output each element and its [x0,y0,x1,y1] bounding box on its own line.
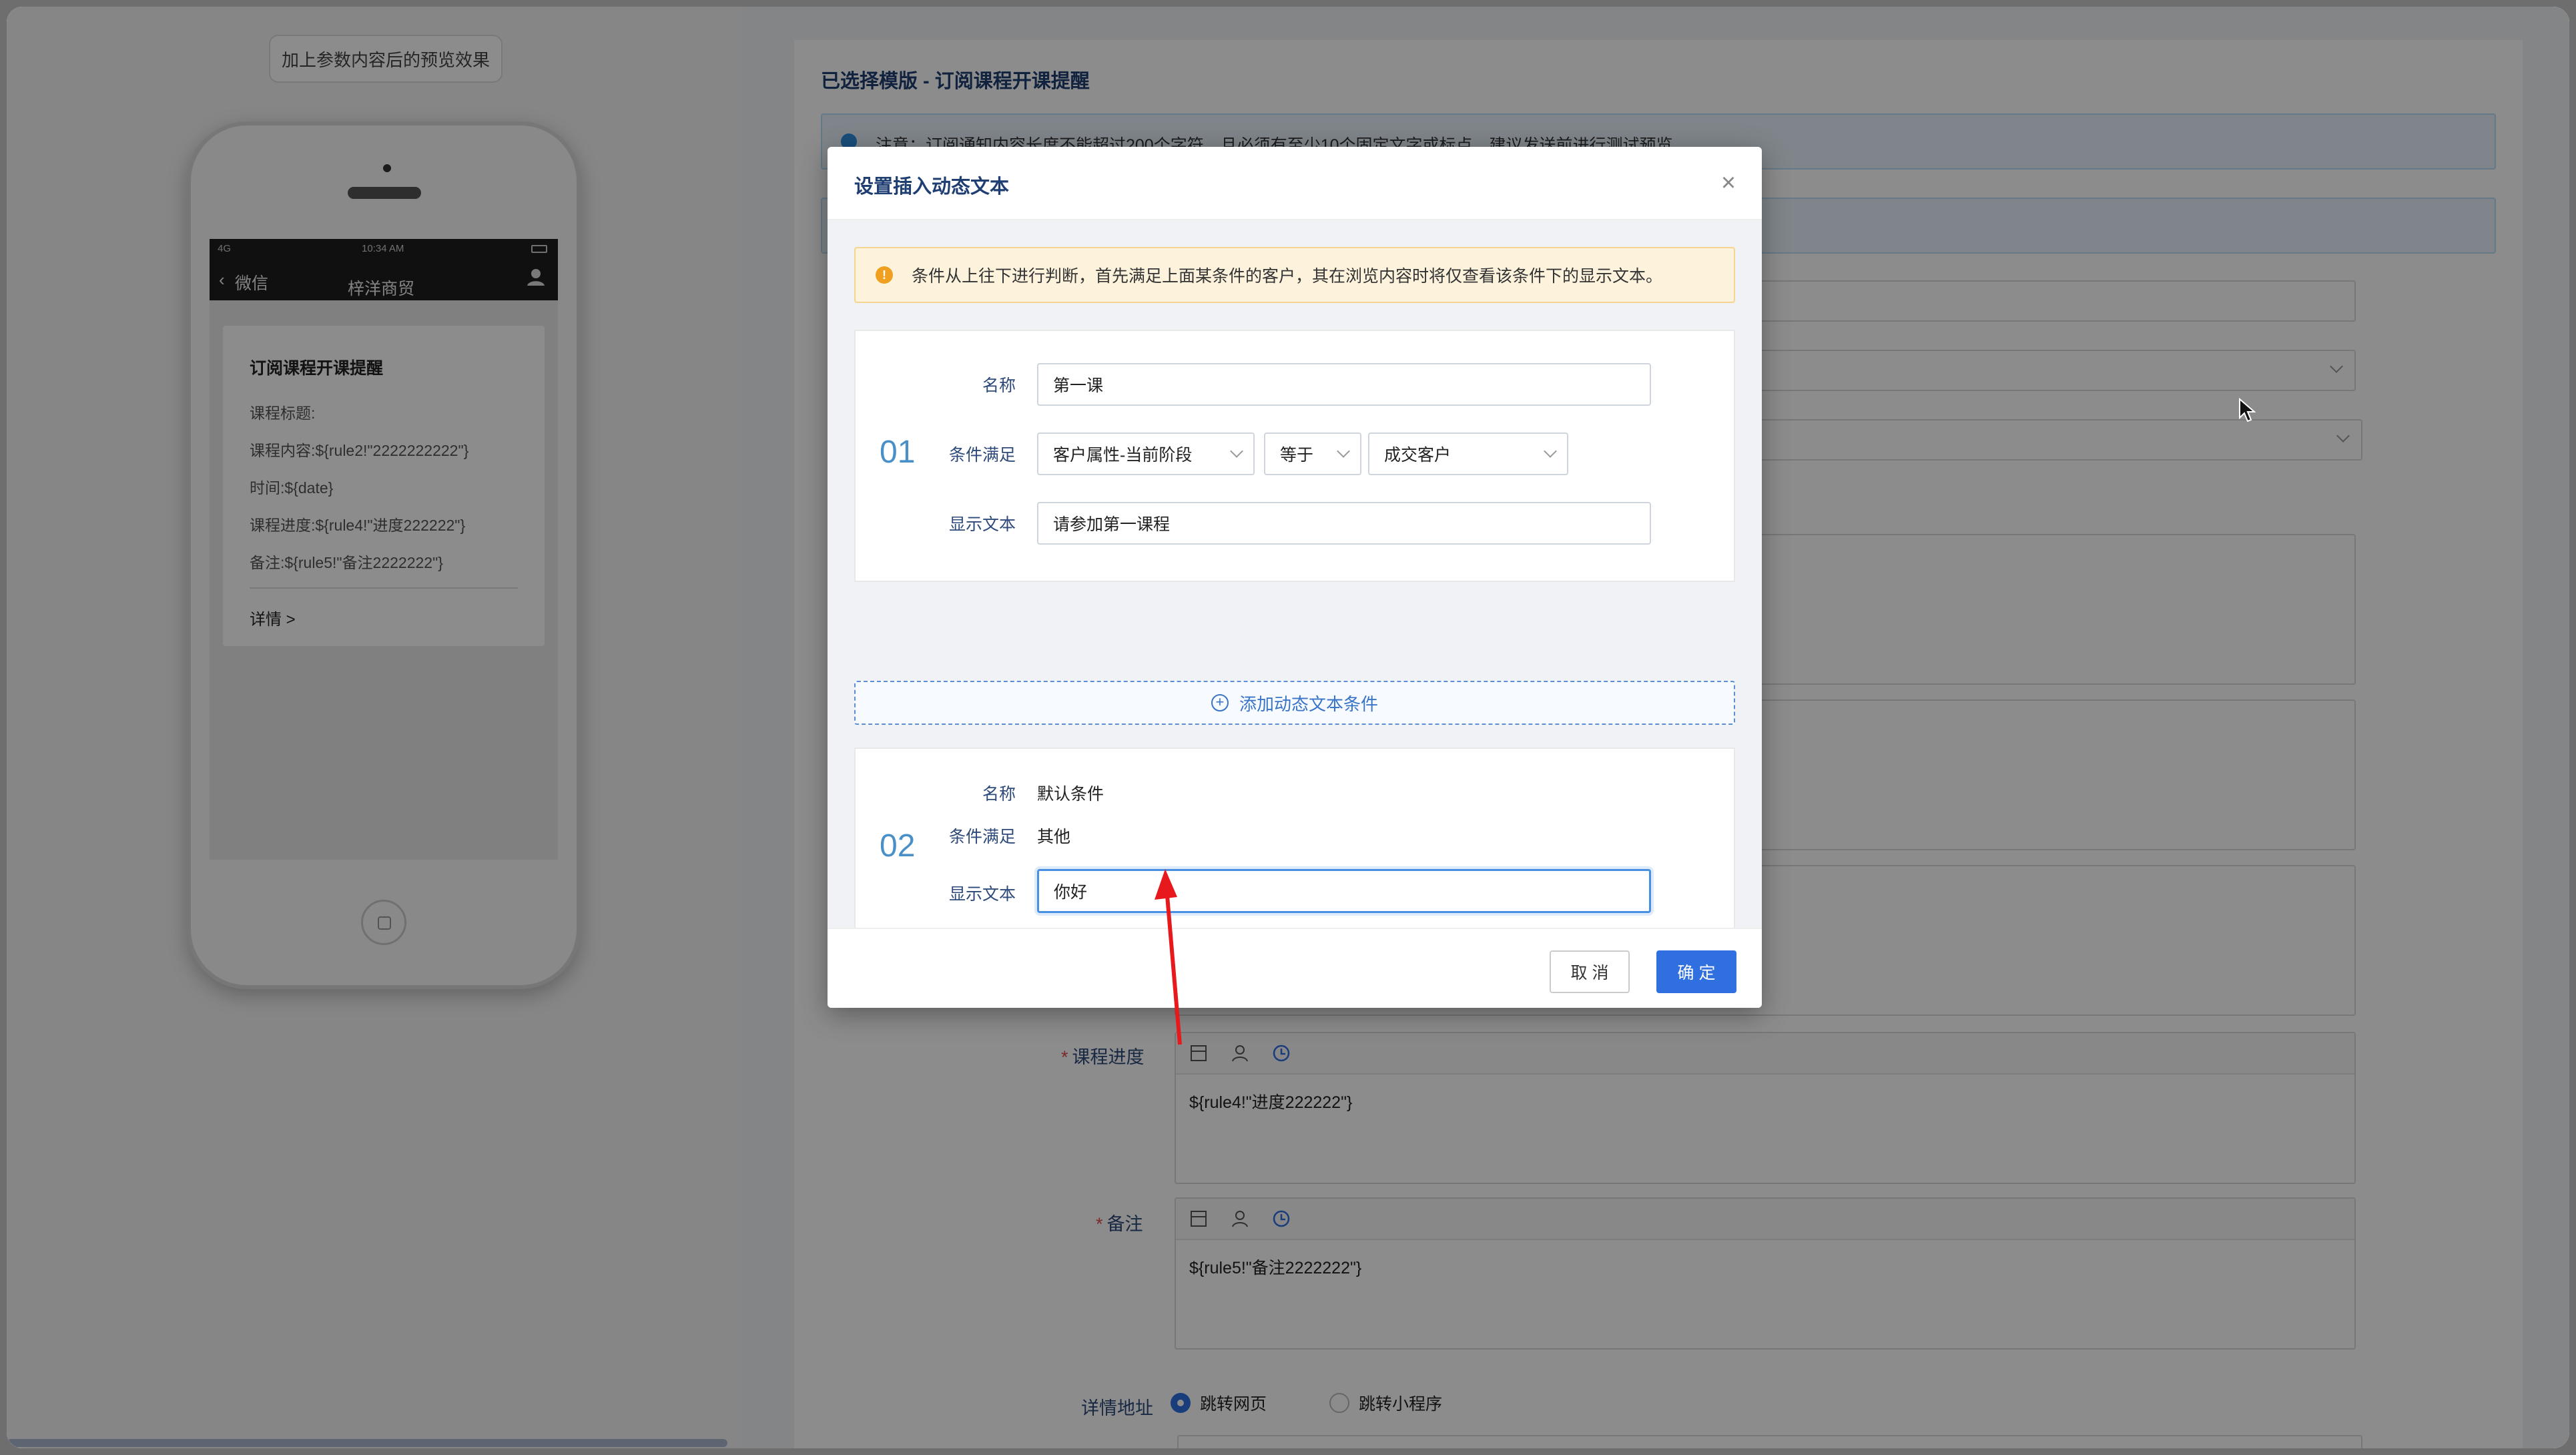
name-label: 名称 [982,785,1016,804]
close-icon[interactable]: × [1715,170,1742,198]
dialog-header: 设置插入动态文本 × [828,147,1762,220]
condition-field-select[interactable]: 客户属性-当前阶段 [1037,432,1255,475]
warning-text: 条件从上往下进行判断，首先满足上面某条件的客户，其在浏览内容时将仅查看该条件下的… [912,267,1663,286]
display-text-label: 显示文本 [948,885,1016,904]
chevron-down-icon [1230,445,1243,458]
condition-label: 条件满足 [948,446,1016,465]
condition-number: 02 [880,828,916,864]
default-display-text-input[interactable]: 你好 [1037,869,1651,913]
name-label: 名称 [982,376,1016,395]
default-name-value: 默认条件 [1037,785,1104,804]
cancel-button[interactable]: 取 消 [1550,950,1630,993]
default-condition-value: 其他 [1037,828,1071,846]
add-condition-label: 添加动态文本条件 [1239,693,1378,714]
plus-circle-icon: + [1211,694,1229,711]
mouse-cursor-icon [2238,397,2256,426]
condition-number: 01 [880,434,916,470]
condition-card-1: 01 名称 第一课 条件满足 客户属性-当前阶段 等于 成交客户 显示文本 请参… [854,330,1735,582]
add-condition-button[interactable]: + 添加动态文本条件 [854,681,1735,725]
condition-value-text: 成交客户 [1384,446,1452,465]
chevron-down-icon [1337,445,1350,458]
chevron-down-icon [1544,445,1557,458]
condition-operator-select[interactable]: 等于 [1264,432,1361,475]
warning-icon: ! [876,266,893,284]
display-text-label: 显示文本 [948,515,1016,534]
confirm-button[interactable]: 确 定 [1656,950,1736,993]
warning-alert: ! 条件从上往下进行判断，首先满足上面某条件的客户，其在浏览内容时将仅查看该条件… [854,247,1735,303]
condition-card-2: 02 名称 默认条件 条件满足 其他 显示文本 你好 [854,748,1735,946]
dialog-footer: 取 消 确 定 [828,928,1762,1008]
dynamic-text-dialog: 设置插入动态文本 × ! 条件从上往下进行判断，首先满足上面某条件的客户，其在浏… [828,147,1762,1008]
condition-label: 条件满足 [948,828,1016,846]
dialog-title: 设置插入动态文本 [854,176,1010,198]
condition-field-value: 客户属性-当前阶段 [1053,446,1193,465]
condition-name-input[interactable]: 第一课 [1037,363,1651,406]
annotation-arrow-icon [1155,869,1182,1045]
condition-value-select[interactable]: 成交客户 [1368,432,1568,475]
condition-operator-value: 等于 [1280,446,1314,465]
dialog-body: ! 条件从上往下进行判断，首先满足上面某条件的客户，其在浏览内容时将仅查看该条件… [828,220,1762,946]
display-text-input[interactable]: 请参加第一课程 [1037,502,1651,545]
app-window: 加上参数内容后的预览效果 4G 10:34 AM ‹ 微信 梓洋商贸 订阅课程开… [7,7,2569,1448]
